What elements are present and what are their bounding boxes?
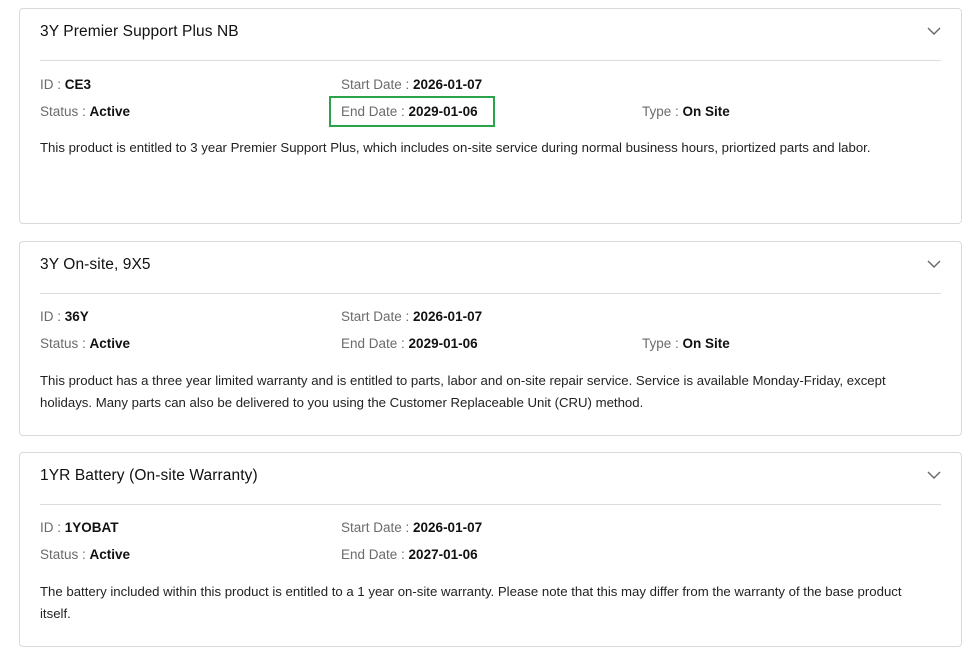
start-date-label: Start Date : xyxy=(341,309,414,324)
start-date-field: Start Date : 2026-01-07 xyxy=(341,520,482,535)
start-date-field: Start Date : 2026-01-07 xyxy=(341,77,482,92)
start-date-field: Start Date : 2026-01-07 xyxy=(341,309,482,324)
status-field: Status : Active xyxy=(40,547,130,562)
id-label: ID : xyxy=(40,520,65,535)
type-value: On Site xyxy=(682,104,730,119)
type-label: Type : xyxy=(642,104,683,119)
type-field: Type : On Site xyxy=(642,104,730,119)
id-label: ID : xyxy=(40,309,65,324)
id-label: ID : xyxy=(40,77,65,92)
type-value: On Site xyxy=(682,336,730,351)
status-label: Status : xyxy=(40,104,90,119)
end-date-highlight-box xyxy=(329,96,495,127)
end-date-label: End Date : xyxy=(341,547,409,562)
status-label: Status : xyxy=(40,336,90,351)
start-date-value: 2026-01-07 xyxy=(413,77,483,92)
id-value: 36Y xyxy=(64,309,89,324)
status-value: Active xyxy=(89,547,131,562)
card-header[interactable]: 3Y Premier Support Plus NB xyxy=(40,9,941,61)
entitlement-description: The battery included within this product… xyxy=(40,584,902,621)
start-date-value: 2026-01-07 xyxy=(413,520,483,535)
id-value: CE3 xyxy=(64,77,92,92)
entitlement-card: 3Y On-site, 9X5 ID : 36Y Start Date : 20… xyxy=(19,241,962,436)
entitlement-description: This product is entitled to 3 year Premi… xyxy=(40,140,871,155)
card-title: 3Y On-site, 9X5 xyxy=(40,256,151,273)
id-value: 1YOBAT xyxy=(64,520,119,535)
id-field: ID : 36Y xyxy=(40,309,89,324)
status-field: Status : Active xyxy=(40,104,130,119)
status-value: Active xyxy=(89,104,131,119)
status-value: Active xyxy=(89,336,131,351)
chevron-down-icon[interactable] xyxy=(927,259,941,269)
end-date-value: 2029-01-06 xyxy=(408,336,478,351)
card-title: 1YR Battery (On-site Warranty) xyxy=(40,467,258,484)
start-date-value: 2026-01-07 xyxy=(413,309,483,324)
end-date-field: End Date : 2029-01-06 xyxy=(341,336,478,351)
end-date-value: 2027-01-06 xyxy=(408,547,478,562)
entitlement-description: This product has a three year limited wa… xyxy=(40,373,886,410)
id-field: ID : 1YOBAT xyxy=(40,520,119,535)
status-field: Status : Active xyxy=(40,336,130,351)
chevron-down-icon[interactable] xyxy=(927,26,941,36)
end-date-field: End Date : 2027-01-06 xyxy=(341,547,478,562)
card-header[interactable]: 1YR Battery (On-site Warranty) xyxy=(40,453,941,505)
id-field: ID : CE3 xyxy=(40,77,91,92)
end-date-label: End Date : xyxy=(341,336,409,351)
entitlement-card: 1YR Battery (On-site Warranty) ID : 1YOB… xyxy=(19,452,962,647)
start-date-label: Start Date : xyxy=(341,77,414,92)
entitlement-card: 3Y Premier Support Plus NB ID : CE3 Star… xyxy=(19,8,962,224)
chevron-down-icon[interactable] xyxy=(927,470,941,480)
type-label: Type : xyxy=(642,336,683,351)
start-date-label: Start Date : xyxy=(341,520,414,535)
card-title: 3Y Premier Support Plus NB xyxy=(40,23,239,40)
status-label: Status : xyxy=(40,547,90,562)
card-header[interactable]: 3Y On-site, 9X5 xyxy=(40,242,941,294)
type-field: Type : On Site xyxy=(642,336,730,351)
